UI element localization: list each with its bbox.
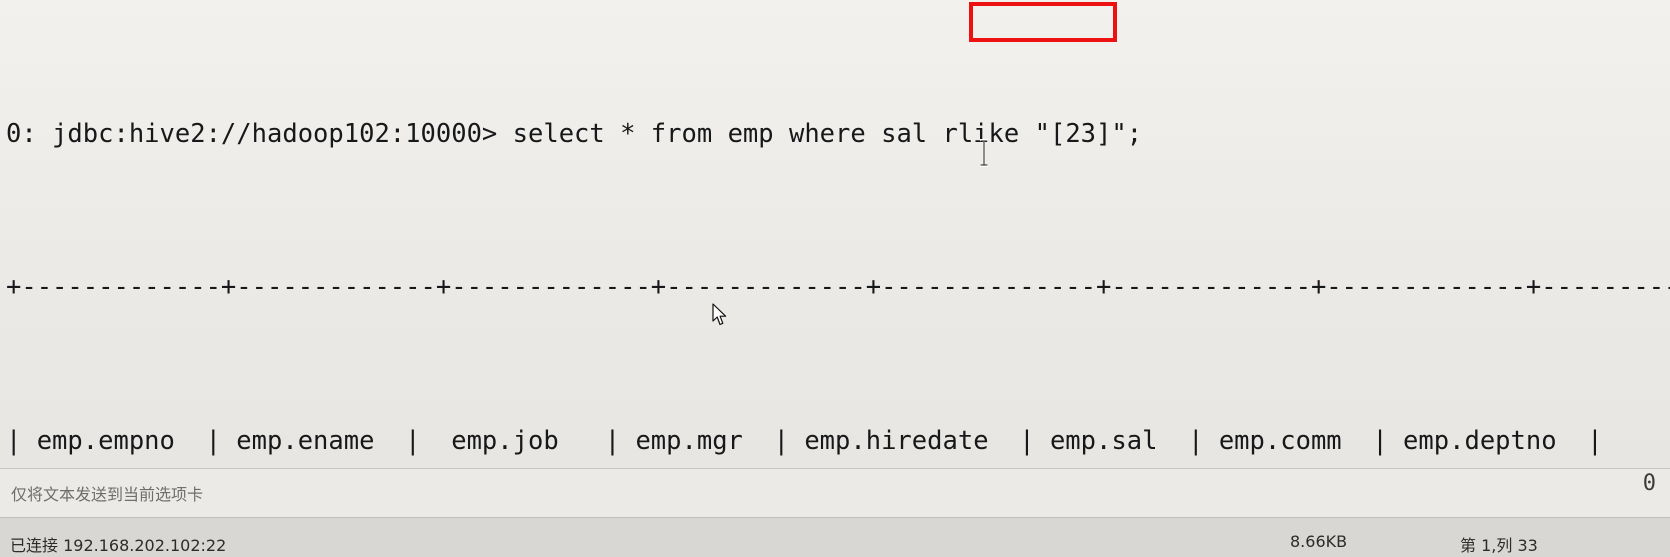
connection-status: 已连接 192.168.202.102:22 [10, 536, 227, 555]
command-text: select * from emp where sal rlike [497, 118, 1035, 149]
transfer-size: 8.66KB [1290, 532, 1348, 551]
mouse-pointer-icon [712, 303, 727, 326]
table-header-row: | emp.empno | emp.ename | emp.job | emp.… [6, 425, 1603, 456]
text-selection-ibeam-icon [980, 139, 988, 167]
hint-right-glyph: 0 [1642, 471, 1656, 496]
shell-prompt: 0: jdbc:hive2://hadoop102:10000> [6, 118, 498, 149]
terminal-text-buffer: 0: jdbc:hive2://hadoop102:10000> select … [6, 0, 1670, 468]
cursor-position: 第 1,列 33 [1460, 536, 1538, 555]
status-bar: 已连接 192.168.202.102:22 8.66KB 第 1,列 33 中 [0, 517, 1670, 557]
regex-literal: "[23]"; [1034, 118, 1143, 149]
terminal-window: 0: jdbc:hive2://hadoop102:10000> select … [0, 0, 1670, 557]
command-line: 0: jdbc:hive2://hadoop102:10000> select … [6, 119, 1670, 150]
send-text-hint-bar: 仅将文本发送到当前选项卡 0 [0, 468, 1670, 517]
terminal-output-pane[interactable]: 0: jdbc:hive2://hadoop102:10000> select … [0, 0, 1670, 468]
hint-text-label: 仅将文本发送到当前选项卡 [11, 485, 204, 504]
table-border-top: +-------------+-------------+-----------… [6, 272, 1670, 303]
